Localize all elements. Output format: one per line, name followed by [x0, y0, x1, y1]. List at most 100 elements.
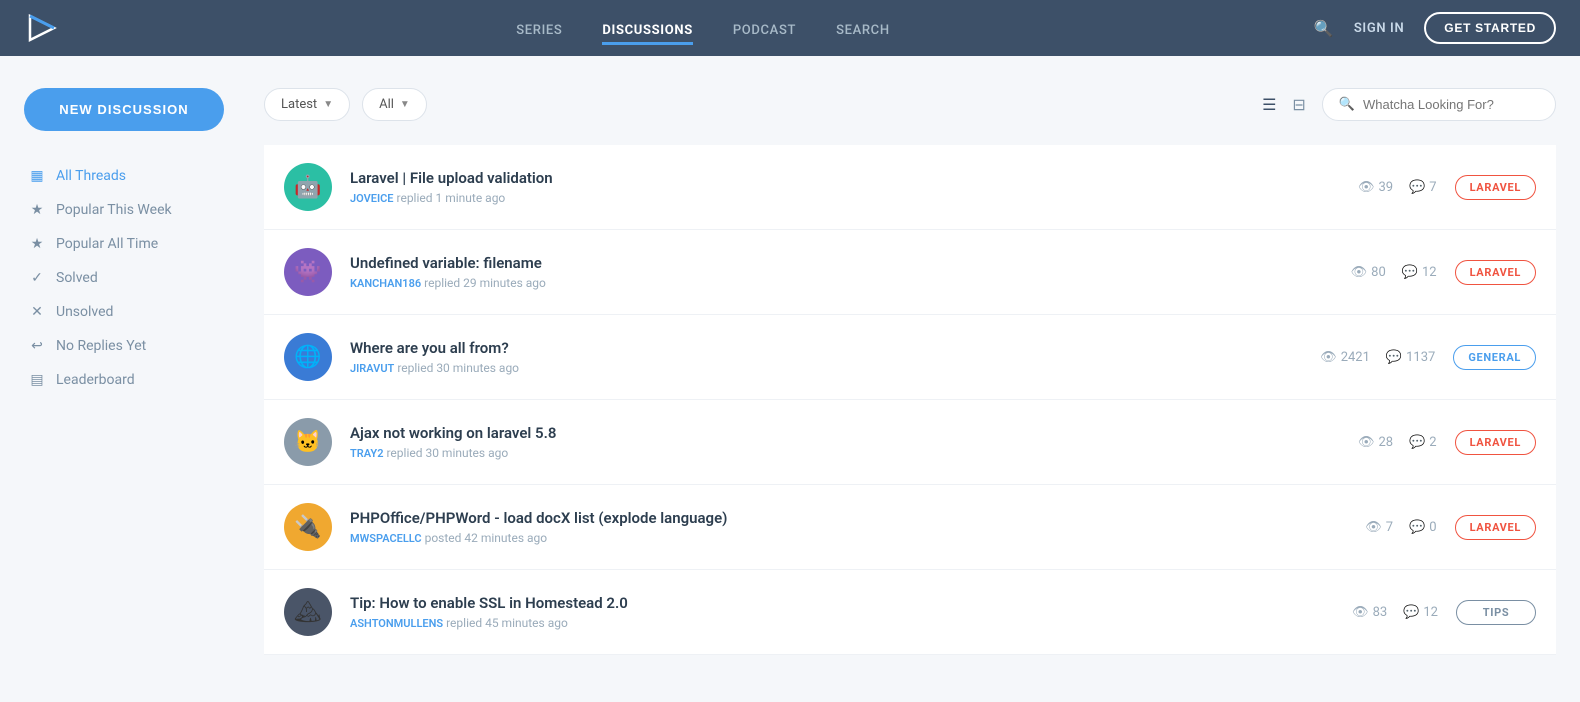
sidebar-item-unsolved[interactable]: ✕ Unsolved	[24, 295, 224, 329]
sidebar-label-popular-all: Popular All Time	[56, 236, 158, 252]
thread-replies: 💬 12	[1402, 265, 1437, 280]
thread-author[interactable]: ASHTONMULLENS	[350, 617, 443, 630]
views-count: 39	[1378, 180, 1393, 195]
thread-meta: JIRAVUT replied 30 minutes ago	[350, 361, 1277, 375]
thread-replies: 💬 2	[1409, 435, 1437, 450]
thread-views: 👁 83	[1352, 605, 1387, 620]
thread-views: 👁 80	[1351, 265, 1386, 280]
thread-title: Tip: How to enable SSL in Homestead 2.0	[350, 594, 1280, 612]
sidebar-label-all-threads: All Threads	[56, 168, 126, 184]
solved-icon: ✓	[28, 270, 46, 286]
replies-count: 2	[1429, 435, 1436, 450]
list-view-icon[interactable]: ☰	[1258, 91, 1280, 118]
sidebar-item-leaderboard[interactable]: ▤ Leaderboard	[24, 363, 224, 397]
views-count: 2421	[1341, 350, 1370, 365]
thread-meta: MWSPACELLC posted 42 minutes ago	[350, 531, 1279, 545]
thread-tag[interactable]: LARAVEL	[1455, 430, 1536, 455]
sidebar-item-all-threads[interactable]: ▦ All Threads	[24, 159, 224, 193]
nav-item-discussions[interactable]: DISCUSSIONS	[602, 19, 692, 38]
thread-action: replied	[446, 616, 485, 630]
thread-tag[interactable]: TIPS	[1456, 600, 1536, 625]
thread-views: 👁 28	[1358, 435, 1393, 450]
category-chevron-icon: ▼	[400, 99, 410, 110]
sort-filter[interactable]: Latest ▼	[264, 88, 350, 121]
thread-stats: 👁 2421 💬 1137	[1295, 350, 1435, 365]
thread-item[interactable]: 👾 Undefined variable: filename KANCHAN18…	[264, 230, 1556, 315]
views-count: 80	[1371, 265, 1386, 280]
thread-avatar: 🌐	[284, 333, 332, 381]
logo[interactable]	[24, 10, 60, 46]
getstarted-button[interactable]: GET STARTED	[1424, 12, 1556, 44]
navbar: SERIES DISCUSSIONS PODCAST SEARCH 🔍 SIGN…	[0, 0, 1580, 56]
thread-tag[interactable]: LARAVEL	[1455, 175, 1536, 200]
unsolved-icon: ✕	[28, 304, 46, 320]
nav-item-podcast[interactable]: PODCAST	[733, 19, 796, 38]
sidebar-item-no-replies[interactable]: ↩ No Replies Yet	[24, 329, 224, 363]
replies-count: 7	[1429, 180, 1436, 195]
thread-title: Undefined variable: filename	[350, 254, 1279, 272]
views-icon: 👁	[1352, 605, 1369, 620]
sidebar-item-popular-all[interactable]: ★ Popular All Time	[24, 227, 224, 261]
thread-time: 30 minutes ago	[436, 361, 519, 375]
thread-author[interactable]: JOVEICE	[350, 192, 394, 205]
thread-replies: 💬 7	[1409, 180, 1437, 195]
thread-action: replied	[397, 191, 436, 205]
thread-views: 👁 2421	[1320, 350, 1370, 365]
sidebar-label-no-replies: No Replies Yet	[56, 338, 146, 354]
thread-time: 45 minutes ago	[485, 616, 568, 630]
sidebar-item-solved[interactable]: ✓ Solved	[24, 261, 224, 295]
views-icon: 👁	[1358, 435, 1375, 450]
view-icons: ☰ ⊟	[1258, 91, 1310, 118]
replies-icon: 💬	[1409, 435, 1425, 450]
sidebar-nav: ▦ All Threads ★ Popular This Week ★ Popu…	[24, 159, 224, 397]
thread-stats: 👁 28 💬 2	[1297, 435, 1437, 450]
sidebar-label-leaderboard: Leaderboard	[56, 372, 135, 388]
replies-count: 0	[1429, 520, 1436, 535]
views-count: 7	[1386, 520, 1393, 535]
thread-body: Ajax not working on laravel 5.8 TRAY2 re…	[350, 424, 1279, 460]
search-bar: 🔍	[1322, 88, 1556, 121]
thread-meta: KANCHAN186 replied 29 minutes ago	[350, 276, 1279, 290]
thread-author[interactable]: JIRAVUT	[350, 362, 394, 375]
thread-author[interactable]: TRAY2	[350, 447, 383, 460]
thread-title: Laravel | File upload validation	[350, 169, 1279, 187]
thread-replies: 💬 12	[1403, 605, 1438, 620]
thread-item[interactable]: 🐱 Ajax not working on laravel 5.8 TRAY2 …	[264, 400, 1556, 485]
new-discussion-button[interactable]: NEW DISCUSSION	[24, 88, 224, 131]
no-replies-icon: ↩	[28, 338, 46, 354]
thread-meta: TRAY2 replied 30 minutes ago	[350, 446, 1279, 460]
thread-views: 👁 7	[1365, 520, 1393, 535]
replies-icon: 💬	[1403, 605, 1419, 620]
thread-avatar: 🐱	[284, 418, 332, 466]
thread-author[interactable]: MWSPACELLC	[350, 532, 422, 545]
grid-view-icon[interactable]: ⊟	[1288, 91, 1309, 118]
thread-item[interactable]: 🤖 Laravel | File upload validation JOVEI…	[264, 145, 1556, 230]
thread-action: replied	[424, 276, 463, 290]
views-icon: 👁	[1320, 350, 1337, 365]
signin-link[interactable]: SIGN IN	[1354, 21, 1404, 36]
sidebar-label-solved: Solved	[56, 270, 98, 286]
category-filter[interactable]: All ▼	[362, 88, 427, 121]
thread-tag[interactable]: GENERAL	[1453, 345, 1536, 370]
thread-body: Laravel | File upload validation JOVEICE…	[350, 169, 1279, 205]
search-input[interactable]	[1363, 97, 1539, 112]
thread-item[interactable]: 🔌 PHPOffice/PHPWord - load docX list (ex…	[264, 485, 1556, 570]
thread-time: 42 minutes ago	[464, 531, 547, 545]
thread-author[interactable]: KANCHAN186	[350, 277, 421, 290]
nav-item-series[interactable]: SERIES	[516, 19, 562, 38]
views-icon: 👁	[1351, 265, 1368, 280]
thread-tag[interactable]: LARAVEL	[1455, 260, 1536, 285]
thread-body: Where are you all from? JIRAVUT replied …	[350, 339, 1277, 375]
thread-tag[interactable]: LARAVEL	[1455, 515, 1536, 540]
search-icon[interactable]: 🔍	[1314, 19, 1334, 38]
thread-item[interactable]: 🌐 Where are you all from? JIRAVUT replie…	[264, 315, 1556, 400]
thread-time: 29 minutes ago	[463, 276, 546, 290]
sidebar-item-popular-week[interactable]: ★ Popular This Week	[24, 193, 224, 227]
replies-count: 12	[1423, 605, 1438, 620]
sidebar: NEW DISCUSSION ▦ All Threads ★ Popular T…	[24, 88, 224, 655]
thread-item[interactable]: 🏔 Tip: How to enable SSL in Homestead 2.…	[264, 570, 1556, 655]
nav-item-search[interactable]: SEARCH	[836, 19, 890, 38]
replies-count: 1137	[1406, 350, 1435, 365]
thread-avatar: 👾	[284, 248, 332, 296]
thread-views: 👁 39	[1358, 180, 1393, 195]
